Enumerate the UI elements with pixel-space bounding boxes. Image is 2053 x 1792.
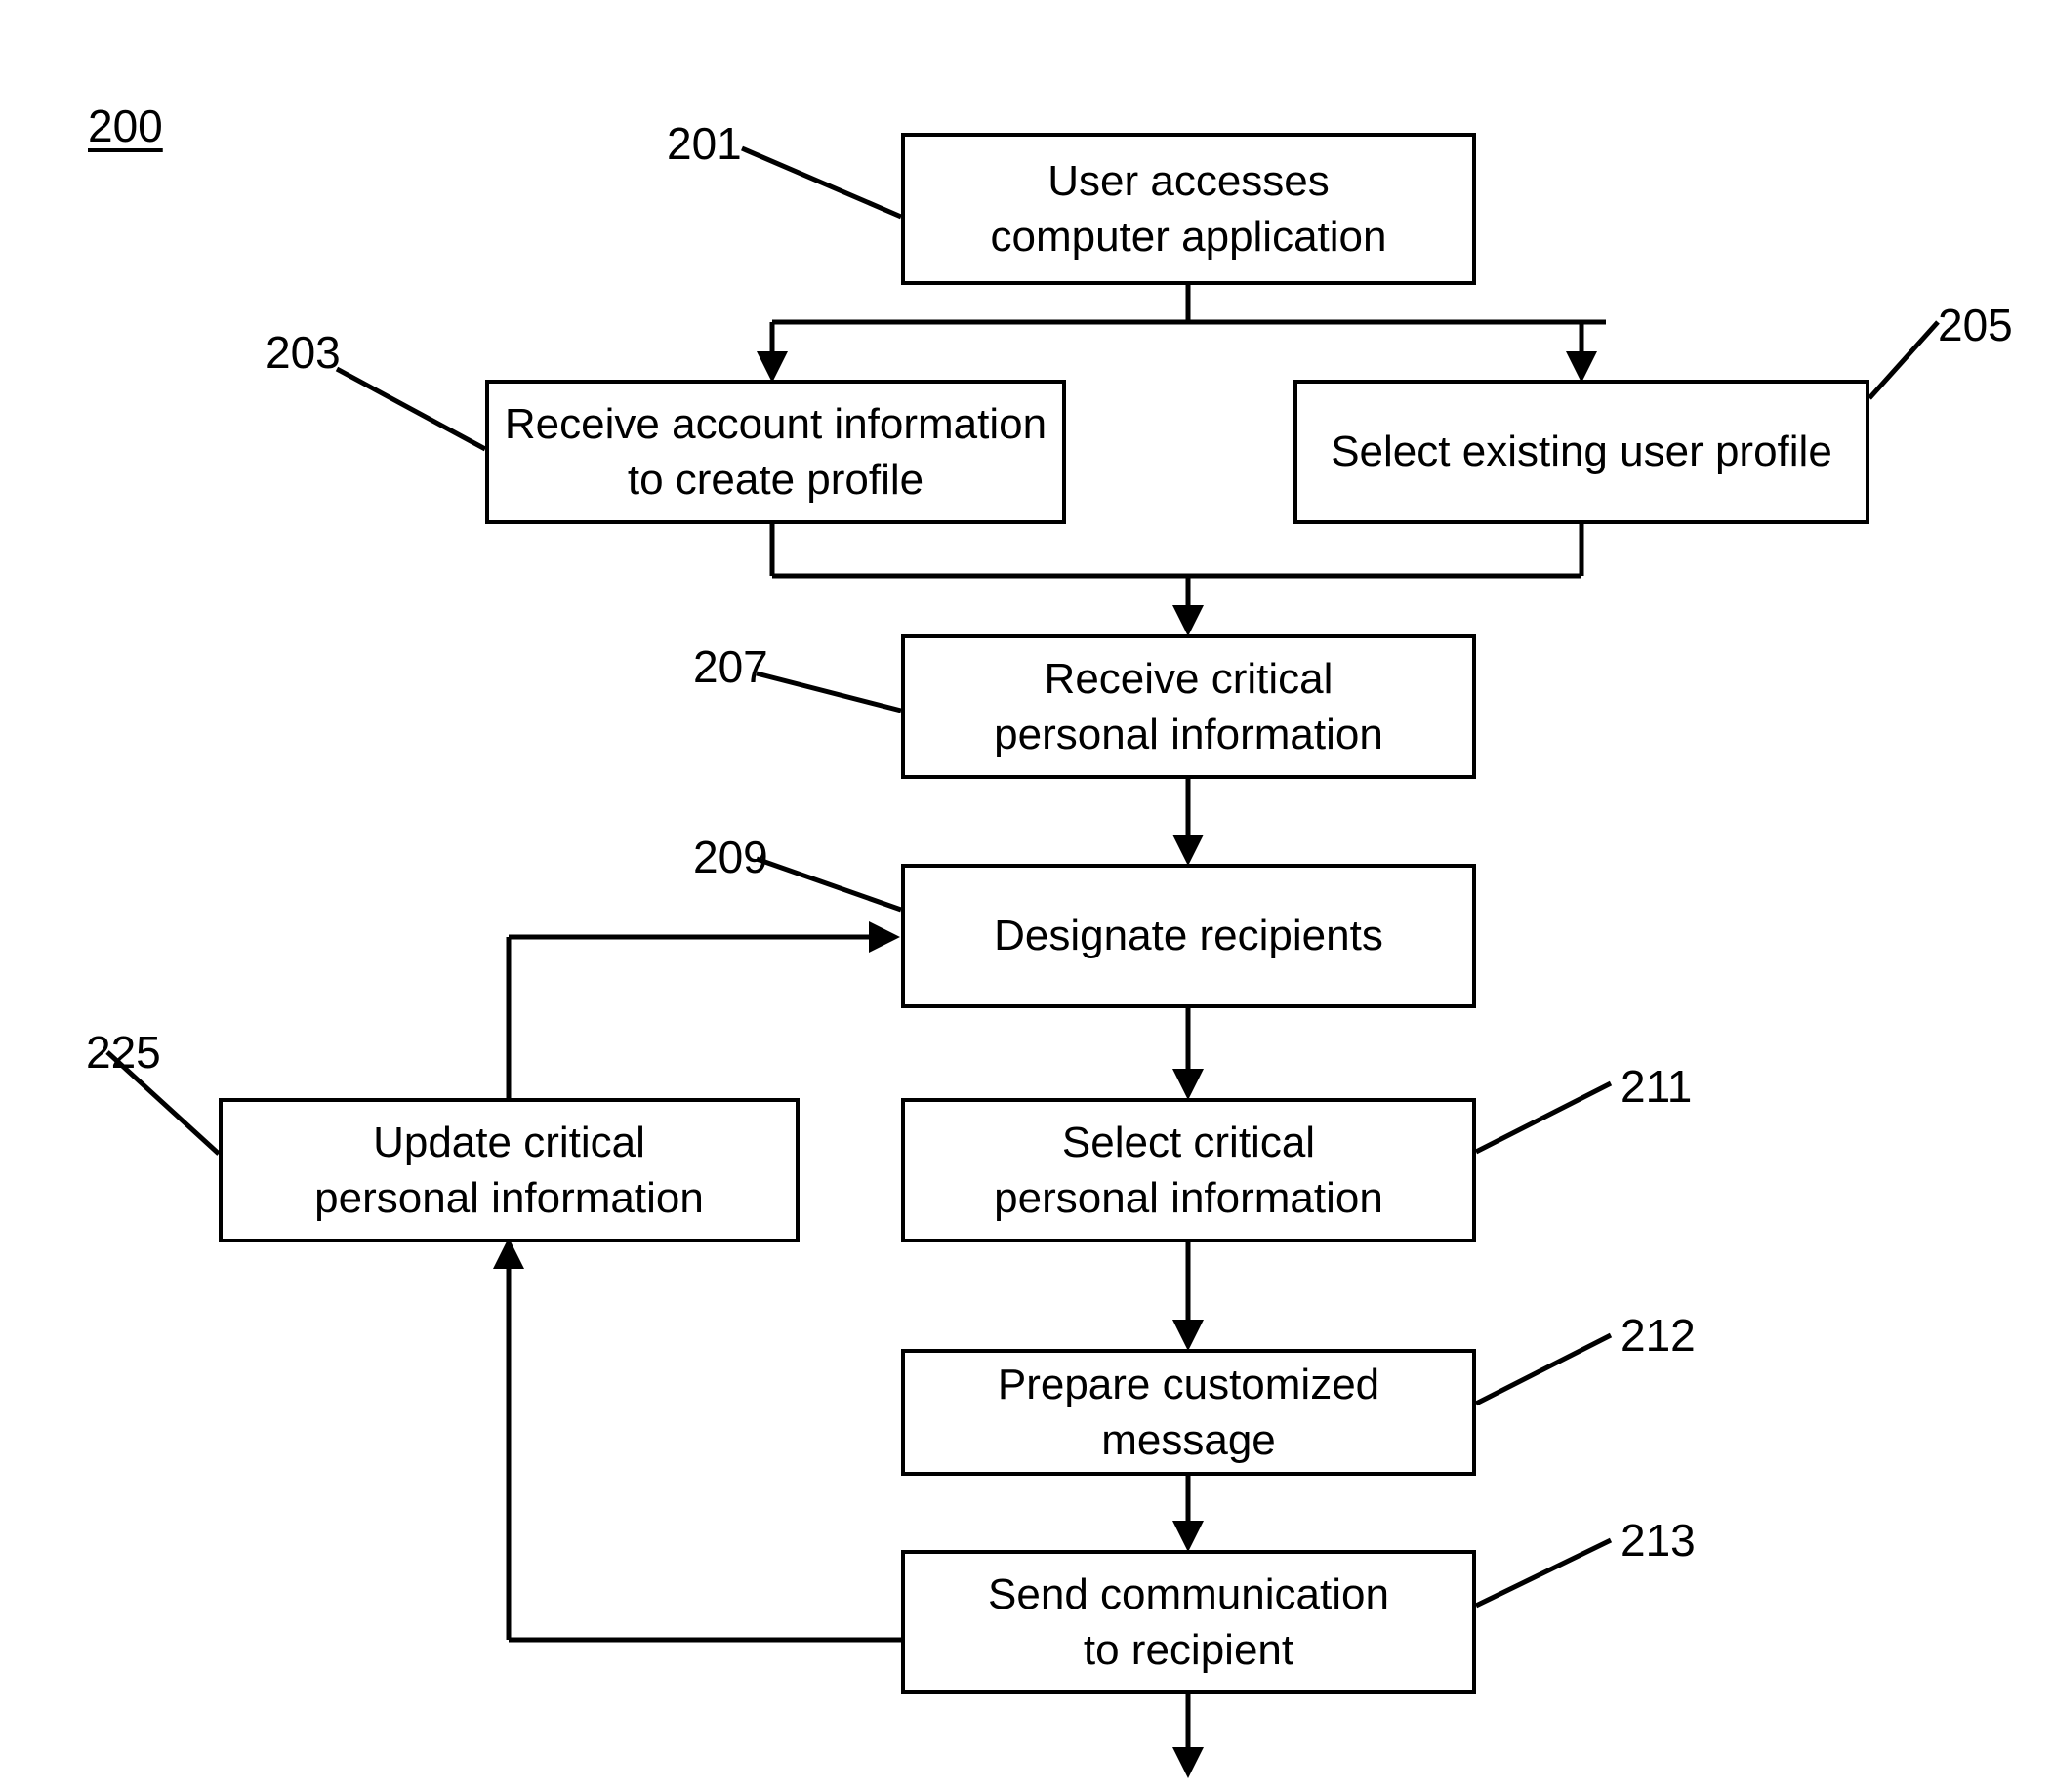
node-225-update-critical-personal-information[interactable]: Update critical personal information bbox=[219, 1098, 800, 1242]
leader-line-213 bbox=[1474, 1537, 1613, 1609]
node-212-label: Prepare customized message bbox=[997, 1360, 1380, 1464]
node-205-select-existing-user-profile[interactable]: Select existing user profile bbox=[1293, 380, 1869, 524]
reference-number-205: 205 bbox=[1938, 300, 2013, 350]
reference-number-211: 211 bbox=[1621, 1061, 1693, 1112]
arrowhead-to-bottom bbox=[1172, 1747, 1204, 1778]
node-225-label: Update critical personal information bbox=[314, 1118, 704, 1222]
reference-number-225: 225 bbox=[86, 1027, 161, 1078]
reference-number-201: 201 bbox=[667, 118, 742, 169]
arrowhead-to-211 bbox=[1172, 1069, 1204, 1100]
leader-line-201 bbox=[741, 145, 902, 220]
node-213-send-communication-to-recipient[interactable]: Send communication to recipient bbox=[901, 1550, 1476, 1694]
reference-number-212: 212 bbox=[1621, 1310, 1696, 1361]
arrowhead-to-205 bbox=[1566, 351, 1597, 383]
node-205-label: Select existing user profile bbox=[1331, 428, 1832, 476]
figure-canvas: 200 User accesses computer application 2… bbox=[0, 0, 2053, 1792]
reference-number-213: 213 bbox=[1621, 1515, 1696, 1566]
leader-line-211 bbox=[1474, 1080, 1613, 1155]
arrowhead-to-212 bbox=[1172, 1320, 1204, 1351]
node-213-label: Send communication to recipient bbox=[988, 1569, 1389, 1674]
node-211-label: Select critical personal information bbox=[994, 1118, 1383, 1222]
reference-number-207: 207 bbox=[693, 641, 768, 692]
leader-line-203 bbox=[335, 366, 487, 452]
arrowhead-to-207 bbox=[1172, 605, 1204, 636]
reference-number-209: 209 bbox=[693, 832, 768, 882]
arrowhead-to-213 bbox=[1172, 1521, 1204, 1552]
leader-line-212 bbox=[1474, 1332, 1613, 1406]
node-207-receive-critical-personal-information[interactable]: Receive critical personal information bbox=[901, 634, 1476, 779]
node-212-prepare-customized-message[interactable]: Prepare customized message bbox=[901, 1349, 1476, 1476]
figure-number-label: 200 bbox=[88, 101, 163, 151]
node-209-label: Designate recipients bbox=[994, 912, 1383, 960]
node-201-user-accesses-computer-application[interactable]: User accesses computer application bbox=[901, 133, 1476, 285]
node-203-receive-account-information[interactable]: Receive account information to create pr… bbox=[485, 380, 1066, 524]
arrowhead-to-203 bbox=[757, 351, 788, 383]
node-207-label: Receive critical personal information bbox=[994, 654, 1383, 758]
leader-line-207 bbox=[756, 671, 902, 713]
node-203-label: Receive account information to create pr… bbox=[504, 399, 1047, 504]
leader-line-205 bbox=[1868, 320, 1940, 400]
node-201-label: User accesses computer application bbox=[990, 156, 1387, 261]
leader-line-209 bbox=[756, 856, 902, 913]
node-209-designate-recipients[interactable]: Designate recipients bbox=[901, 864, 1476, 1008]
arrowhead-to-209 bbox=[1172, 835, 1204, 866]
reference-number-203: 203 bbox=[266, 327, 341, 378]
node-211-select-critical-personal-information[interactable]: Select critical personal information bbox=[901, 1098, 1476, 1242]
arrowhead-to-209-feedback bbox=[869, 921, 900, 953]
